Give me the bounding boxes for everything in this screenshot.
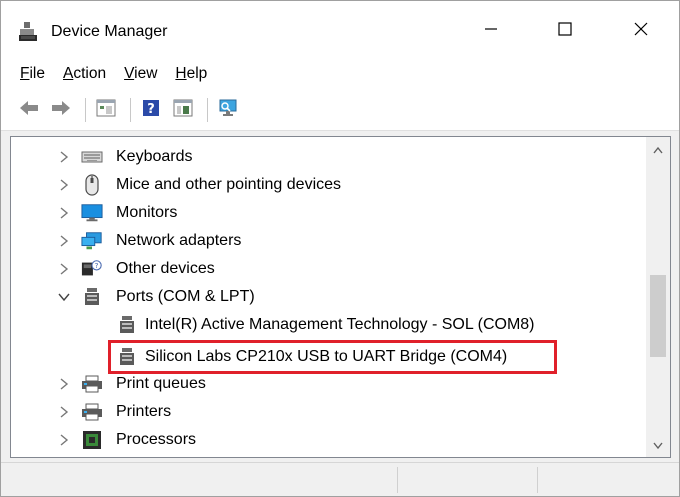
tree-item-network-adapters[interactable]: Network adapters [11,227,646,255]
menu-action-label: ction [73,65,107,82]
port-icon [81,286,103,308]
expand-chevron-right-icon[interactable] [57,206,71,220]
menu-action-accelerator: A [62,65,74,82]
expand-chevron-right-icon[interactable] [57,405,71,419]
window-title: Device Manager [51,23,168,40]
tree-item-label: Mice and other pointing devices [116,176,342,193]
toolbar-separator [130,97,131,122]
tree-item-label: Network adapters [116,232,242,249]
close-button[interactable] [613,9,669,53]
port-icon [116,314,138,336]
menu-help[interactable]: Help [166,61,216,87]
tree-item-label: Keyboards [116,148,193,165]
vertical-scrollbar[interactable] [646,137,670,457]
device-manager-window: Device Manager File Action View Help ? K… [0,0,680,497]
printer-icon [81,373,103,395]
toolbar: ? [1,89,679,131]
minimize-icon [484,22,498,40]
help-button[interactable]: ? [137,96,165,124]
menu-action[interactable]: Action [54,61,115,87]
menu-view-accelerator: V [124,65,135,82]
tree-item-ports[interactable]: Ports (COM & LPT) [11,283,646,311]
back-button[interactable] [15,96,43,124]
forward-arrow-icon [50,99,72,121]
tree-item-processors[interactable]: Processors [11,426,646,454]
mouse-icon [81,174,103,196]
printer-icon [81,401,103,423]
scroll-up-button[interactable] [646,137,670,161]
scan-hardware-button[interactable] [214,96,242,124]
properties-icon [96,99,116,121]
tree-item-label: Printers [116,403,172,420]
menu-file-label: ile [29,65,45,82]
expand-chevron-right-icon[interactable] [57,262,71,276]
status-divider [397,467,398,493]
unknown-device-icon: ? [81,258,103,280]
device-tree: Keyboards Mice and other pointing device… [11,137,646,457]
scroll-down-button[interactable] [646,433,670,457]
expand-chevron-right-icon[interactable] [57,178,71,192]
tree-item-label: Processors [116,431,197,448]
tree-item-label: Other devices [116,260,215,277]
menu-view[interactable]: View [115,61,166,87]
device-manager-icon [17,21,39,43]
monitor-icon [81,202,103,224]
tree-item-print-queues[interactable]: Print queues [11,370,646,398]
back-arrow-icon [18,99,40,121]
expand-chevron-right-icon[interactable] [57,234,71,248]
show-hidden-button[interactable] [169,96,197,124]
menu-bar: File Action View Help [1,59,679,89]
maximize-button[interactable] [537,9,593,53]
chevron-up-icon [653,141,663,158]
keyboard-icon [81,146,103,168]
close-icon [633,21,649,41]
tree-item-monitors[interactable]: Monitors [11,199,646,227]
expand-chevron-down-icon[interactable] [57,290,71,304]
device-tree-panel: Keyboards Mice and other pointing device… [10,136,671,458]
menu-help-accelerator: H [175,65,187,82]
expand-chevron-right-icon[interactable] [57,433,71,447]
processor-icon [81,429,103,451]
svg-text:?: ? [95,261,99,270]
status-bar [1,462,679,496]
show-hidden-icon [173,99,193,121]
tree-item-keyboards[interactable]: Keyboards [11,143,646,171]
status-divider [537,467,538,493]
menu-help-label: elp [186,65,208,82]
minimize-button[interactable] [463,9,519,53]
port-icon [116,346,138,368]
menu-file[interactable]: File [11,61,54,87]
scan-hardware-icon [217,98,239,122]
maximize-icon [558,22,572,40]
scrollbar-thumb[interactable] [650,275,666,357]
tree-item-silicon-labs-cp210x[interactable]: Silicon Labs CP210x USB to UART Bridge (… [11,343,646,371]
tree-item-label: Intel(R) Active Management Technology - … [145,316,535,333]
forward-button[interactable] [47,96,75,124]
tree-item-intel-amt-sol[interactable]: Intel(R) Active Management Technology - … [11,311,646,339]
tree-item-label: Silicon Labs CP210x USB to UART Bridge (… [145,348,508,365]
toolbar-separator [207,97,208,122]
tree-item-printers[interactable]: Printers [11,398,646,426]
toolbar-separator [85,97,86,122]
tree-item-label: Monitors [116,204,178,221]
title-bar[interactable]: Device Manager [1,1,679,59]
properties-button[interactable] [92,96,120,124]
tree-item-mice[interactable]: Mice and other pointing devices [11,171,646,199]
tree-item-label: Ports (COM & LPT) [116,288,255,305]
tree-item-other-devices[interactable]: ? Other devices [11,255,646,283]
menu-view-label: iew [134,65,158,82]
chevron-down-icon [653,437,663,454]
network-adapter-icon [81,230,103,252]
svg-text:?: ? [147,102,155,117]
expand-chevron-right-icon[interactable] [57,150,71,164]
help-icon: ? [142,99,160,121]
expand-chevron-right-icon[interactable] [57,377,71,391]
tree-item-label: Print queues [116,375,206,392]
